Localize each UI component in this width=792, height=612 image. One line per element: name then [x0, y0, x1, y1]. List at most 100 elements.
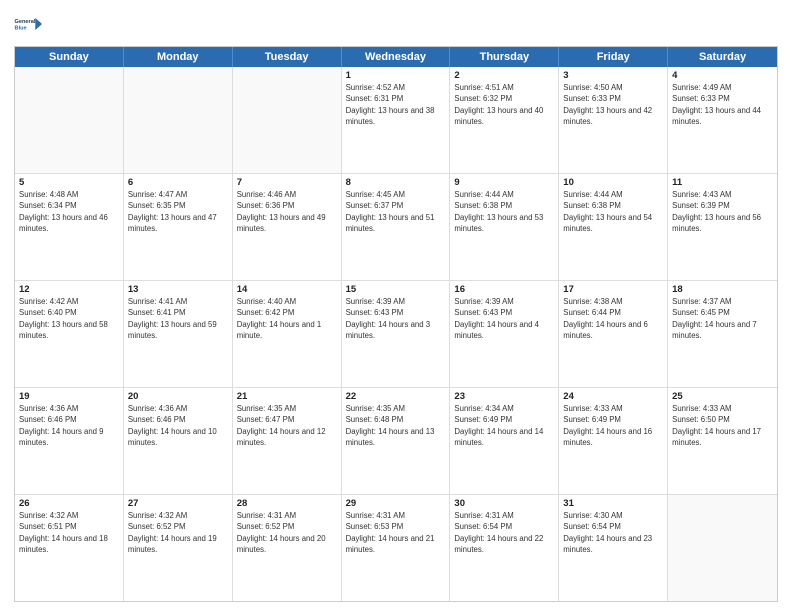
day-number: 22: [346, 391, 446, 402]
day-number: 27: [128, 498, 228, 509]
cal-cell-1: 1Sunrise: 4:52 AM Sunset: 6:31 PM Daylig…: [342, 67, 451, 173]
cal-header-thursday: Thursday: [450, 47, 559, 67]
day-info: Sunrise: 4:44 AM Sunset: 6:38 PM Dayligh…: [563, 189, 663, 234]
cal-cell-empty-4-6: [668, 495, 777, 601]
calendar: SundayMondayTuesdayWednesdayThursdayFrid…: [14, 46, 778, 602]
cal-cell-22: 22Sunrise: 4:35 AM Sunset: 6:48 PM Dayli…: [342, 388, 451, 494]
cal-header-tuesday: Tuesday: [233, 47, 342, 67]
cal-cell-empty-0-1: [124, 67, 233, 173]
day-number: 6: [128, 177, 228, 188]
cal-row-4: 26Sunrise: 4:32 AM Sunset: 6:51 PM Dayli…: [15, 494, 777, 601]
day-info: Sunrise: 4:34 AM Sunset: 6:49 PM Dayligh…: [454, 403, 554, 448]
svg-text:General: General: [15, 19, 36, 25]
calendar-body: 1Sunrise: 4:52 AM Sunset: 6:31 PM Daylig…: [15, 67, 777, 601]
day-number: 31: [563, 498, 663, 509]
cal-cell-13: 13Sunrise: 4:41 AM Sunset: 6:41 PM Dayli…: [124, 281, 233, 387]
cal-cell-14: 14Sunrise: 4:40 AM Sunset: 6:42 PM Dayli…: [233, 281, 342, 387]
cal-cell-8: 8Sunrise: 4:45 AM Sunset: 6:37 PM Daylig…: [342, 174, 451, 280]
day-number: 14: [237, 284, 337, 295]
header: GeneralBlue: [14, 10, 778, 38]
day-info: Sunrise: 4:38 AM Sunset: 6:44 PM Dayligh…: [563, 296, 663, 341]
cal-cell-11: 11Sunrise: 4:43 AM Sunset: 6:39 PM Dayli…: [668, 174, 777, 280]
day-number: 12: [19, 284, 119, 295]
cal-cell-30: 30Sunrise: 4:31 AM Sunset: 6:54 PM Dayli…: [450, 495, 559, 601]
day-number: 11: [672, 177, 773, 188]
day-number: 13: [128, 284, 228, 295]
cal-cell-5: 5Sunrise: 4:48 AM Sunset: 6:34 PM Daylig…: [15, 174, 124, 280]
day-number: 23: [454, 391, 554, 402]
cal-header-wednesday: Wednesday: [342, 47, 451, 67]
cal-cell-17: 17Sunrise: 4:38 AM Sunset: 6:44 PM Dayli…: [559, 281, 668, 387]
day-info: Sunrise: 4:31 AM Sunset: 6:54 PM Dayligh…: [454, 510, 554, 555]
cal-cell-28: 28Sunrise: 4:31 AM Sunset: 6:52 PM Dayli…: [233, 495, 342, 601]
day-number: 4: [672, 70, 773, 81]
cal-header-monday: Monday: [124, 47, 233, 67]
cal-cell-10: 10Sunrise: 4:44 AM Sunset: 6:38 PM Dayli…: [559, 174, 668, 280]
day-info: Sunrise: 4:47 AM Sunset: 6:35 PM Dayligh…: [128, 189, 228, 234]
day-info: Sunrise: 4:41 AM Sunset: 6:41 PM Dayligh…: [128, 296, 228, 341]
day-number: 5: [19, 177, 119, 188]
cal-cell-19: 19Sunrise: 4:36 AM Sunset: 6:46 PM Dayli…: [15, 388, 124, 494]
cal-cell-18: 18Sunrise: 4:37 AM Sunset: 6:45 PM Dayli…: [668, 281, 777, 387]
day-info: Sunrise: 4:43 AM Sunset: 6:39 PM Dayligh…: [672, 189, 773, 234]
cal-cell-16: 16Sunrise: 4:39 AM Sunset: 6:43 PM Dayli…: [450, 281, 559, 387]
cal-cell-15: 15Sunrise: 4:39 AM Sunset: 6:43 PM Dayli…: [342, 281, 451, 387]
cal-header-sunday: Sunday: [15, 47, 124, 67]
cal-cell-9: 9Sunrise: 4:44 AM Sunset: 6:38 PM Daylig…: [450, 174, 559, 280]
cal-cell-4: 4Sunrise: 4:49 AM Sunset: 6:33 PM Daylig…: [668, 67, 777, 173]
day-info: Sunrise: 4:37 AM Sunset: 6:45 PM Dayligh…: [672, 296, 773, 341]
day-number: 25: [672, 391, 773, 402]
cal-cell-27: 27Sunrise: 4:32 AM Sunset: 6:52 PM Dayli…: [124, 495, 233, 601]
day-number: 26: [19, 498, 119, 509]
day-number: 28: [237, 498, 337, 509]
day-number: 8: [346, 177, 446, 188]
day-info: Sunrise: 4:31 AM Sunset: 6:53 PM Dayligh…: [346, 510, 446, 555]
cal-cell-26: 26Sunrise: 4:32 AM Sunset: 6:51 PM Dayli…: [15, 495, 124, 601]
cal-cell-empty-0-2: [233, 67, 342, 173]
day-number: 16: [454, 284, 554, 295]
cal-cell-24: 24Sunrise: 4:33 AM Sunset: 6:49 PM Dayli…: [559, 388, 668, 494]
day-number: 21: [237, 391, 337, 402]
day-number: 29: [346, 498, 446, 509]
day-number: 20: [128, 391, 228, 402]
day-number: 3: [563, 70, 663, 81]
cal-cell-12: 12Sunrise: 4:42 AM Sunset: 6:40 PM Dayli…: [15, 281, 124, 387]
day-number: 10: [563, 177, 663, 188]
day-info: Sunrise: 4:49 AM Sunset: 6:33 PM Dayligh…: [672, 82, 773, 127]
day-info: Sunrise: 4:36 AM Sunset: 6:46 PM Dayligh…: [19, 403, 119, 448]
day-number: 17: [563, 284, 663, 295]
cal-header-saturday: Saturday: [668, 47, 777, 67]
cal-cell-21: 21Sunrise: 4:35 AM Sunset: 6:47 PM Dayli…: [233, 388, 342, 494]
day-number: 7: [237, 177, 337, 188]
day-number: 30: [454, 498, 554, 509]
day-info: Sunrise: 4:52 AM Sunset: 6:31 PM Dayligh…: [346, 82, 446, 127]
day-info: Sunrise: 4:50 AM Sunset: 6:33 PM Dayligh…: [563, 82, 663, 127]
day-info: Sunrise: 4:31 AM Sunset: 6:52 PM Dayligh…: [237, 510, 337, 555]
day-info: Sunrise: 4:45 AM Sunset: 6:37 PM Dayligh…: [346, 189, 446, 234]
day-number: 1: [346, 70, 446, 81]
cal-row-0: 1Sunrise: 4:52 AM Sunset: 6:31 PM Daylig…: [15, 67, 777, 173]
cal-cell-2: 2Sunrise: 4:51 AM Sunset: 6:32 PM Daylig…: [450, 67, 559, 173]
day-number: 9: [454, 177, 554, 188]
cal-row-3: 19Sunrise: 4:36 AM Sunset: 6:46 PM Dayli…: [15, 387, 777, 494]
day-number: 2: [454, 70, 554, 81]
cal-cell-29: 29Sunrise: 4:31 AM Sunset: 6:53 PM Dayli…: [342, 495, 451, 601]
day-info: Sunrise: 4:35 AM Sunset: 6:48 PM Dayligh…: [346, 403, 446, 448]
svg-text:Blue: Blue: [15, 26, 27, 32]
cal-cell-3: 3Sunrise: 4:50 AM Sunset: 6:33 PM Daylig…: [559, 67, 668, 173]
day-info: Sunrise: 4:32 AM Sunset: 6:51 PM Dayligh…: [19, 510, 119, 555]
day-info: Sunrise: 4:36 AM Sunset: 6:46 PM Dayligh…: [128, 403, 228, 448]
cal-cell-31: 31Sunrise: 4:30 AM Sunset: 6:54 PM Dayli…: [559, 495, 668, 601]
day-number: 24: [563, 391, 663, 402]
day-info: Sunrise: 4:33 AM Sunset: 6:50 PM Dayligh…: [672, 403, 773, 448]
day-number: 18: [672, 284, 773, 295]
day-info: Sunrise: 4:42 AM Sunset: 6:40 PM Dayligh…: [19, 296, 119, 341]
day-info: Sunrise: 4:51 AM Sunset: 6:32 PM Dayligh…: [454, 82, 554, 127]
day-number: 19: [19, 391, 119, 402]
day-info: Sunrise: 4:44 AM Sunset: 6:38 PM Dayligh…: [454, 189, 554, 234]
cal-cell-23: 23Sunrise: 4:34 AM Sunset: 6:49 PM Dayli…: [450, 388, 559, 494]
day-info: Sunrise: 4:33 AM Sunset: 6:49 PM Dayligh…: [563, 403, 663, 448]
cal-cell-empty-0-0: [15, 67, 124, 173]
cal-header-friday: Friday: [559, 47, 668, 67]
calendar-header-row: SundayMondayTuesdayWednesdayThursdayFrid…: [15, 47, 777, 67]
